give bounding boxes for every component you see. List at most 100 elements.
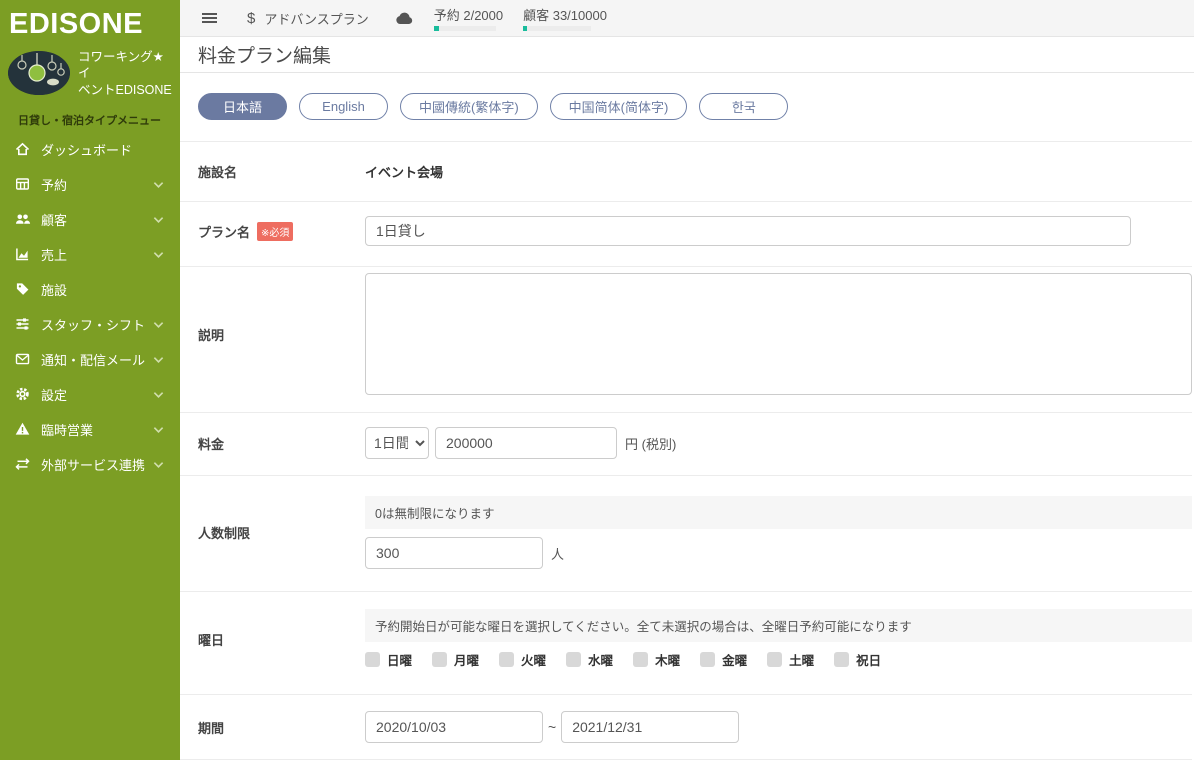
- weekday-label: 水曜: [588, 650, 613, 669]
- form-row-weekdays: 曜日 予約開始日が可能な曜日を選択してください。全て未選択の場合は、全曜日予約可…: [180, 591, 1192, 694]
- chevron-down-icon: [153, 317, 164, 332]
- weekday-checkbox-wed[interactable]: 水曜: [566, 650, 613, 669]
- period-label: 期間: [180, 718, 365, 737]
- language-tab-japanese[interactable]: 日本語: [198, 93, 287, 120]
- gear-icon: [14, 386, 32, 402]
- users-icon: [14, 211, 32, 227]
- hamburger-menu-icon[interactable]: [198, 7, 221, 29]
- checkbox-icon: [365, 652, 380, 667]
- chevron-down-icon: [153, 422, 164, 437]
- dollar-icon: $: [247, 10, 255, 27]
- capacity-hint: 0は無制限になります: [365, 496, 1192, 529]
- sidebar-item-label: ダッシュボード: [41, 140, 132, 159]
- price-label: 料金: [180, 434, 365, 453]
- weekday-checkbox-mon[interactable]: 月曜: [432, 650, 479, 669]
- checkbox-icon: [834, 652, 849, 667]
- weekday-label: 火曜: [521, 650, 546, 669]
- weekday-checkbox-sat[interactable]: 土曜: [767, 650, 814, 669]
- description-label: 説明: [180, 325, 365, 344]
- customers-quota-label: 顧客 33/10000: [523, 5, 607, 24]
- description-textarea[interactable]: [365, 273, 1192, 395]
- price-unit-select[interactable]: 1日間: [365, 427, 429, 459]
- weekday-label: 土曜: [789, 650, 814, 669]
- weekdays-hint: 予約開始日が可能な曜日を選択してください。全て未選択の場合は、全曜日予約可能にな…: [365, 609, 1192, 642]
- capacity-input[interactable]: [365, 537, 543, 569]
- menu-header: 日貸し・宿泊タイプメニュー: [0, 102, 180, 132]
- chevron-down-icon: [153, 247, 164, 262]
- cloud-icon: [395, 11, 414, 25]
- plan-label: アドバンスプラン: [264, 9, 368, 28]
- sidebar-item-settings[interactable]: 設定: [0, 377, 180, 412]
- tag-icon: [14, 281, 32, 297]
- sidebar-item-notification-mail[interactable]: 通知・配信メール: [0, 342, 180, 377]
- topbar: $ アドバンスプラン 予約 2/2000 顧客 33/10000: [180, 0, 1194, 37]
- chevron-down-icon: [153, 352, 164, 367]
- price-input[interactable]: [435, 427, 617, 459]
- sidebar-item-reservations[interactable]: 予約: [0, 167, 180, 202]
- plan-menu-item[interactable]: $ アドバンスプラン: [247, 9, 369, 28]
- price-suffix: 円 (税別): [625, 434, 676, 453]
- period-end-input[interactable]: [561, 711, 739, 743]
- checkbox-icon: [566, 652, 581, 667]
- required-badge: ※必須: [257, 222, 293, 241]
- home-icon: [14, 141, 32, 157]
- sidebar-item-label: 予約: [41, 175, 67, 194]
- sidebar-item-sales[interactable]: 売上: [0, 237, 180, 272]
- sidebar-item-staff-shift[interactable]: スタッフ・シフト: [0, 307, 180, 342]
- language-tab-english[interactable]: English: [299, 93, 388, 120]
- period-start-input[interactable]: [365, 711, 543, 743]
- sidebar: EDISONE コワーキング★イ ベントEDIS: [0, 0, 180, 760]
- checkbox-icon: [432, 652, 447, 667]
- chevron-down-icon: [153, 457, 164, 472]
- sidebar-item-label: 外部サービス連携: [41, 455, 145, 474]
- plan-form: 施設名 イベント会場 プラン名 ※必須 説明 料金: [180, 141, 1194, 760]
- profile-block: コワーキング★イ ベントEDISONE: [0, 43, 180, 102]
- reservations-quota: 予約 2/2000: [434, 5, 503, 31]
- main-column: $ アドバンスプラン 予約 2/2000 顧客 33/10000 料金プラン編集…: [180, 0, 1194, 760]
- capacity-label: 人数制限: [180, 523, 365, 542]
- sidebar-item-label: 施設: [41, 280, 67, 299]
- grid-icon: [14, 176, 32, 192]
- language-tab-korean[interactable]: 한국: [699, 93, 788, 120]
- sidebar-item-temporary-business[interactable]: 臨時営業: [0, 412, 180, 447]
- weekday-checkbox-group: 日曜 月曜 火曜 水曜 木曜 金曜 土曜 祝日: [365, 650, 1192, 669]
- capacity-suffix: 人: [551, 544, 564, 563]
- chevron-down-icon: [153, 212, 164, 227]
- facility-value: イベント会場: [365, 162, 443, 181]
- period-separator: ~: [548, 719, 556, 735]
- language-tab-chinese-traditional[interactable]: 中國傳統(繁体字): [400, 93, 538, 120]
- form-row-description: 説明: [180, 266, 1192, 412]
- language-tab-chinese-simplified[interactable]: 中国简体(简体字): [550, 93, 688, 120]
- form-row-price: 料金 1日間 円 (税別): [180, 412, 1192, 475]
- weekday-checkbox-thu[interactable]: 木曜: [633, 650, 680, 669]
- chevron-down-icon: [153, 387, 164, 402]
- avatar: [8, 51, 70, 95]
- app-window: EDISONE コワーキング★イ ベントEDIS: [0, 0, 1194, 760]
- sidebar-item-customers[interactable]: 顧客: [0, 202, 180, 237]
- sidebar-item-facilities[interactable]: 施設: [0, 272, 180, 307]
- weekday-checkbox-tue[interactable]: 火曜: [499, 650, 546, 669]
- form-row-plan-name: プラン名 ※必須: [180, 201, 1192, 266]
- checkbox-icon: [700, 652, 715, 667]
- plan-name-input[interactable]: [365, 216, 1131, 246]
- sidebar-item-dashboard[interactable]: ダッシュボード: [0, 132, 180, 167]
- facility-label: 施設名: [180, 162, 365, 181]
- weekday-label: 月曜: [454, 650, 479, 669]
- reservations-progress: [434, 26, 496, 31]
- weekday-checkbox-fri[interactable]: 金曜: [700, 650, 747, 669]
- mail-icon: [14, 351, 32, 367]
- chart-icon: [14, 246, 32, 262]
- profile-name: コワーキング★イ ベントEDISONE: [78, 49, 172, 98]
- form-row-facility: 施設名 イベント会場: [180, 141, 1192, 201]
- sidebar-item-external-services[interactable]: 外部サービス連携: [0, 447, 180, 482]
- sidebar-item-label: 臨時営業: [41, 420, 93, 439]
- sidebar-item-label: 顧客: [41, 210, 67, 229]
- app-logo: EDISONE: [0, 0, 180, 43]
- reservations-quota-label: 予約 2/2000: [434, 5, 503, 24]
- weekdays-label: 曜日: [180, 630, 365, 649]
- chevron-down-icon: [153, 177, 164, 192]
- sidebar-item-label: 売上: [41, 245, 67, 264]
- weekday-checkbox-sun[interactable]: 日曜: [365, 650, 412, 669]
- checkbox-icon: [633, 652, 648, 667]
- weekday-checkbox-holiday[interactable]: 祝日: [834, 650, 881, 669]
